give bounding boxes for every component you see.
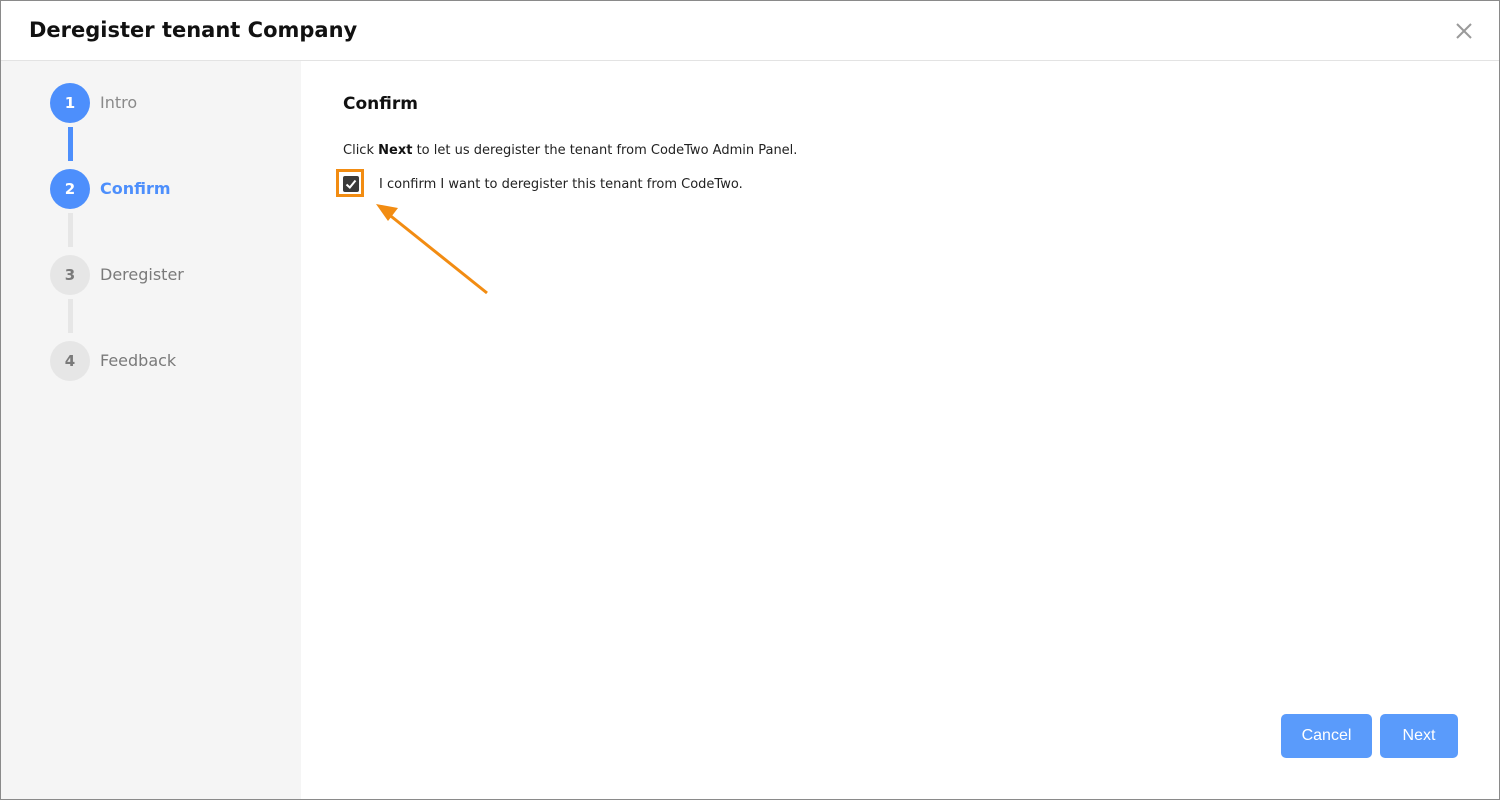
dialog-header: Deregister tenant Company xyxy=(1,1,1499,61)
instruction-text: Click Next to let us deregister the tena… xyxy=(343,143,797,158)
confirm-checkbox[interactable] xyxy=(343,176,359,192)
step-label: Intro xyxy=(100,93,138,112)
step-intro[interactable]: 1 Intro xyxy=(50,83,290,123)
annotation-arrow xyxy=(376,204,488,295)
step-deregister[interactable]: 3 Deregister xyxy=(50,255,290,295)
wizard-content: Confirm Click Next to let us deregister … xyxy=(302,61,1499,799)
next-button[interactable]: Next xyxy=(1380,714,1458,758)
wizard-steps-sidebar: 1 Intro 2 Confirm 3 Deregister 4 Feedbac… xyxy=(1,61,301,799)
close-icon[interactable] xyxy=(1454,21,1474,41)
step-number-badge: 4 xyxy=(50,341,90,381)
deregister-dialog: Deregister tenant Company 1 Intro 2 Conf… xyxy=(0,0,1500,800)
step-feedback[interactable]: 4 Feedback xyxy=(50,341,290,381)
section-title: Confirm xyxy=(343,94,418,114)
step-label: Deregister xyxy=(100,265,184,284)
instruction-prefix: Click xyxy=(343,143,374,158)
step-connector xyxy=(68,213,73,247)
step-number-badge: 3 xyxy=(50,255,90,295)
instruction-suffix: to let us deregister the tenant from Cod… xyxy=(416,143,798,158)
dialog-title: Deregister tenant Company xyxy=(29,18,358,42)
step-connector xyxy=(68,127,73,161)
step-number-badge: 2 xyxy=(50,169,90,209)
step-label: Confirm xyxy=(100,179,171,198)
instruction-next-emphasis: Next xyxy=(378,143,413,158)
checkmark-icon xyxy=(345,179,357,189)
step-connector xyxy=(68,299,73,333)
confirm-checkbox-label[interactable]: I confirm I want to deregister this tena… xyxy=(379,177,743,192)
cancel-button[interactable]: Cancel xyxy=(1281,714,1372,758)
step-label: Feedback xyxy=(100,351,177,370)
step-number-badge: 1 xyxy=(50,83,90,123)
step-confirm[interactable]: 2 Confirm xyxy=(50,169,290,209)
